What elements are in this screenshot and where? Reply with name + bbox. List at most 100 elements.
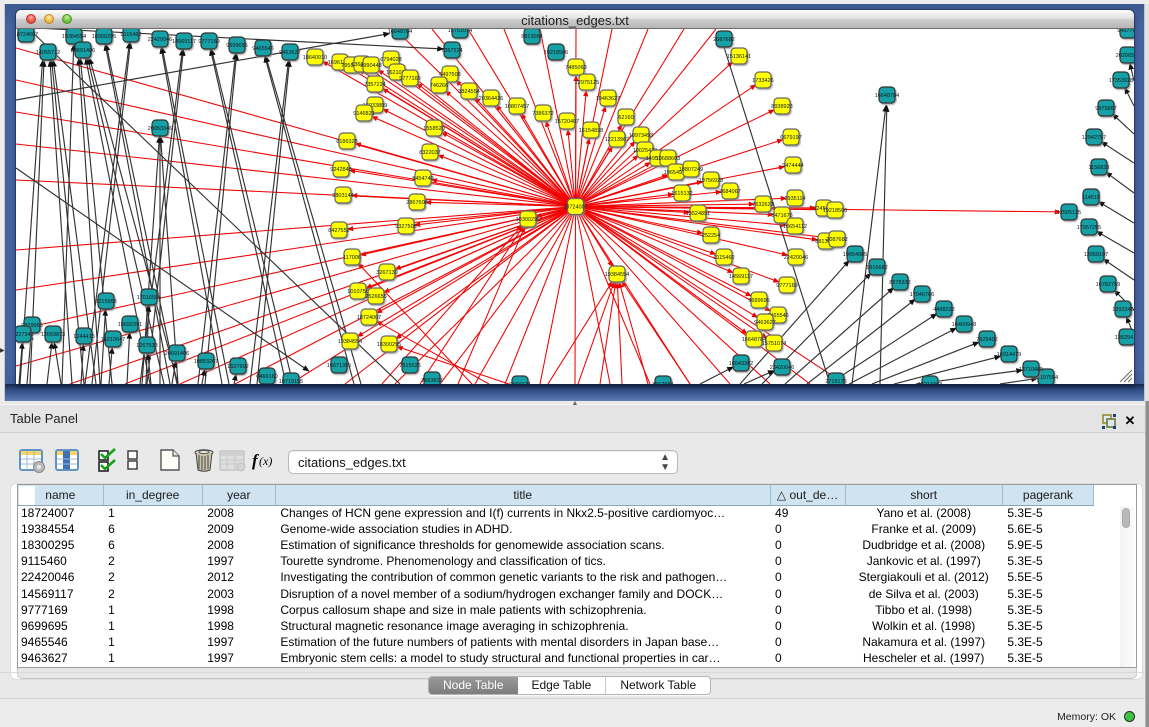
svg-text:18640910: 18640910	[303, 55, 327, 61]
svg-text:20206576: 20206576	[1116, 53, 1134, 59]
svg-text:117006: 117006	[343, 255, 361, 261]
svg-text:18724007: 18724007	[563, 205, 587, 211]
svg-text:9457791: 9457791	[1117, 29, 1134, 34]
svg-text:8912954: 8912954	[652, 382, 673, 384]
svg-text:19218506: 19218506	[544, 50, 568, 56]
svg-text:1527602: 1527602	[227, 364, 248, 370]
svg-text:7386372: 7386372	[532, 111, 553, 117]
svg-text:8990448: 8990448	[360, 63, 381, 69]
svg-text:12975125: 12975125	[575, 80, 599, 86]
svg-text:18724007: 18724007	[16, 32, 38, 38]
svg-text:13525419: 13525419	[1115, 335, 1134, 341]
svg-text:2935114: 2935114	[784, 196, 805, 202]
svg-text:12505135: 12505135	[1057, 210, 1081, 216]
svg-text:9115460: 9115460	[120, 32, 141, 38]
svg-text:15751074: 15751074	[448, 29, 472, 34]
svg-text:7515526: 7515526	[399, 363, 420, 369]
svg-text:1558520: 1558520	[423, 126, 444, 132]
svg-text:10807457: 10807457	[505, 104, 529, 110]
svg-text:12213363: 12213363	[918, 382, 942, 384]
svg-text:252254: 252254	[702, 233, 720, 239]
svg-text:1156829: 1156829	[1088, 165, 1109, 171]
svg-text:3267130: 3267130	[376, 270, 397, 276]
svg-text:1244415: 1244415	[73, 334, 94, 340]
svg-text:19463627: 19463627	[596, 96, 620, 102]
svg-text:20053346: 20053346	[148, 126, 172, 132]
svg-text:8322037: 8322037	[419, 150, 440, 156]
svg-text:9660124: 9660124	[509, 382, 530, 384]
svg-text:9699695: 9699695	[226, 43, 247, 49]
svg-text:7663822: 7663822	[421, 378, 442, 384]
svg-text:8427552: 8427552	[328, 228, 349, 234]
svg-text:16782759: 16782759	[1096, 282, 1120, 288]
svg-text:13958107: 13958107	[1084, 252, 1108, 258]
svg-text:16154838: 16154838	[579, 128, 603, 134]
svg-text:4498222: 4498222	[933, 307, 954, 313]
svg-text:10719155: 10719155	[279, 379, 303, 384]
svg-text:8186328: 8186328	[336, 139, 357, 145]
svg-text:9463627: 9463627	[754, 320, 775, 326]
svg-text:16648784: 16648784	[388, 29, 412, 35]
svg-text:18724007: 18724007	[357, 315, 381, 321]
svg-text:6679197: 6679197	[780, 135, 801, 141]
svg-text:2867608: 2867608	[406, 200, 427, 206]
svg-text:18807249: 18807249	[679, 167, 703, 173]
svg-text:15720407: 15720407	[555, 119, 579, 125]
svg-text:19756928: 19756928	[699, 178, 723, 184]
svg-text:10853267: 10853267	[194, 359, 218, 365]
svg-text:20691406: 20691406	[165, 351, 189, 357]
svg-text:2087682: 2087682	[713, 37, 734, 43]
svg-text:8454749: 8454749	[412, 176, 433, 182]
svg-text:1292346: 1292346	[1112, 307, 1133, 313]
svg-text:18300295: 18300295	[516, 217, 540, 223]
svg-text:17046766: 17046766	[910, 292, 934, 298]
svg-text:17353928: 17353928	[1109, 78, 1133, 84]
svg-text:22420046: 22420046	[148, 37, 172, 43]
svg-text:13524851: 13524851	[686, 211, 710, 217]
svg-text:10654112: 10654112	[783, 224, 807, 230]
svg-text:20364436: 20364436	[479, 96, 503, 102]
svg-text:16409948: 16409948	[952, 322, 976, 328]
svg-text:9777169: 9777169	[198, 39, 219, 45]
svg-text:114519: 114519	[1082, 195, 1100, 201]
svg-text:3824554: 3824554	[458, 89, 479, 95]
svg-text:14569117: 14569117	[172, 39, 196, 45]
svg-text:1267533: 1267533	[136, 343, 157, 349]
svg-text:1615132: 1615132	[671, 191, 692, 197]
svg-text:9975867: 9975867	[1095, 106, 1116, 112]
svg-text:3684067: 3684067	[719, 189, 740, 195]
svg-text:1916682: 1916682	[866, 265, 887, 271]
svg-text:16914479: 16914479	[997, 352, 1021, 358]
svg-text:16210647: 16210647	[101, 337, 125, 343]
svg-text:8678332: 8678332	[889, 280, 910, 286]
svg-text:17016504: 17016504	[137, 295, 161, 301]
svg-text:19384554: 19384554	[605, 272, 629, 278]
svg-text:14055712: 14055712	[36, 50, 60, 56]
svg-text:9146821: 9146821	[353, 111, 374, 117]
svg-text:7357224: 7357224	[441, 48, 462, 54]
svg-text:1733426: 1733426	[752, 78, 773, 84]
svg-text:20691406: 20691406	[71, 48, 95, 54]
svg-text:23420046: 23420046	[770, 365, 794, 371]
svg-text:62160: 62160	[618, 115, 633, 121]
svg-text:3215958: 3215958	[95, 299, 116, 305]
svg-text:16543382: 16543382	[729, 361, 753, 367]
svg-text:2526655: 2526655	[365, 294, 386, 300]
svg-text:(x): (x)	[259, 454, 272, 468]
svg-text:10688603: 10688603	[656, 156, 680, 162]
svg-text:2718176: 2718176	[825, 379, 846, 384]
svg-text:9465546: 9465546	[252, 46, 273, 52]
svg-text:14569117: 14569117	[729, 274, 753, 280]
svg-text:12942757: 12942757	[1082, 135, 1106, 141]
svg-text:8813054: 8813054	[521, 34, 542, 40]
svg-text:9699695: 9699695	[748, 298, 769, 304]
svg-text:19384554: 19384554	[338, 339, 362, 345]
svg-text:9327508: 9327508	[395, 224, 416, 230]
svg-text:9777169: 9777169	[776, 283, 797, 289]
svg-text:9115460: 9115460	[713, 255, 734, 261]
svg-text:18300295: 18300295	[377, 342, 401, 348]
svg-text:2087682: 2087682	[826, 237, 847, 243]
svg-text:19384554: 19384554	[62, 34, 86, 40]
svg-text:17957255: 17957255	[1077, 225, 1101, 231]
svg-text:15136141: 15136141	[727, 54, 751, 60]
